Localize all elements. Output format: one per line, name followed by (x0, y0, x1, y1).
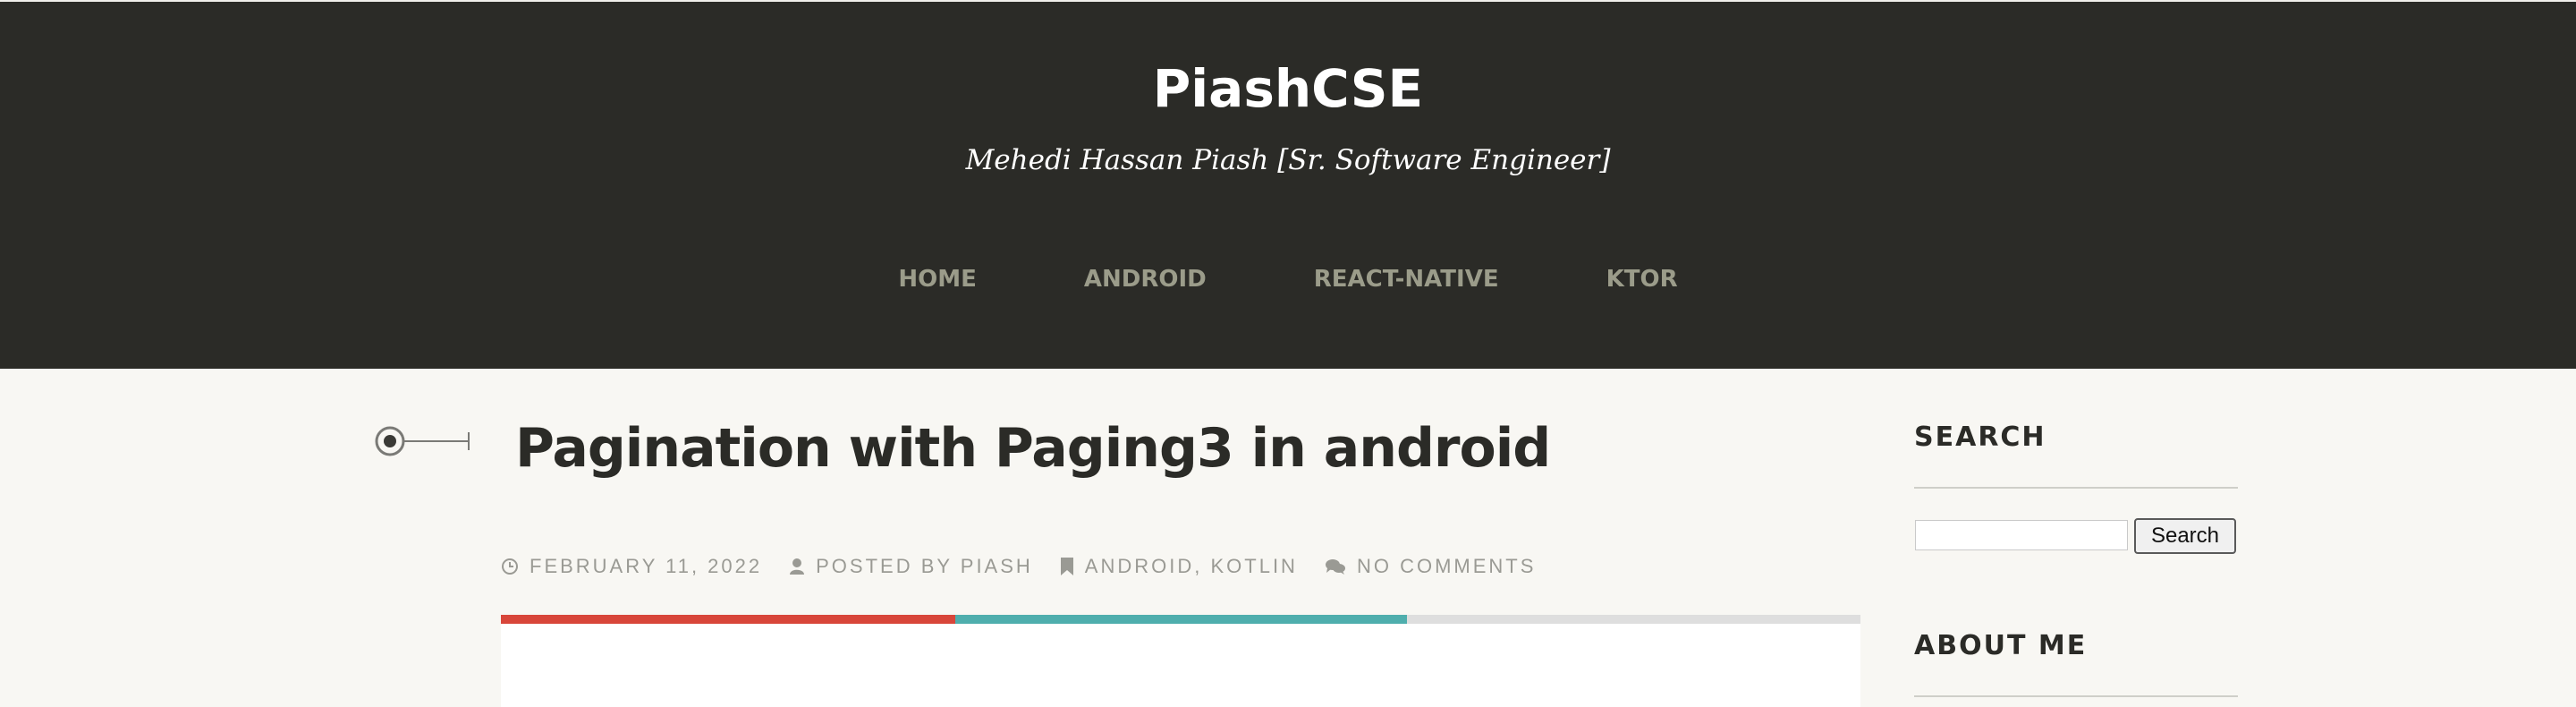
search-widget-divider (1914, 487, 2238, 489)
bookmark-icon (1060, 558, 1073, 575)
about-widget-title: ABOUT ME (1914, 630, 2088, 661)
category-link-kotlin[interactable]: KOTLIN (1210, 555, 1297, 578)
search-button[interactable]: Search (2134, 518, 2236, 554)
nav-item-ktor[interactable]: KTOR (1553, 261, 1732, 297)
site-title[interactable]: PiashCSE (0, 57, 2576, 120)
site-subtitle: Mehedi Hassan Piash [Sr. Software Engine… (965, 144, 1611, 176)
category-separator: , (1194, 555, 1211, 577)
clock-icon (502, 558, 518, 575)
main-nav: HOME ANDROID REACT-NATIVE KTOR (0, 261, 2576, 297)
search-input[interactable] (1915, 520, 2128, 550)
posted-by-prefix: POSTED BY (816, 555, 961, 577)
post-meta: FEBRUARY 11, 2022 POSTED BY PIASH ANDROI… (501, 555, 1536, 578)
post-date: FEBRUARY 11, 2022 (501, 555, 762, 578)
post-title[interactable]: Pagination with Paging3 in android (515, 413, 1551, 483)
post-author: POSTED BY PIASH (789, 555, 1033, 578)
stripe-red (501, 615, 955, 624)
category-link-android[interactable]: ANDROID (1085, 555, 1194, 578)
post-comments: NO COMMENTS (1325, 555, 1536, 578)
nav-item-react-native[interactable]: REACT-NATIVE (1260, 261, 1553, 297)
timeline-marker-icon (375, 426, 470, 456)
post-categories: ANDROID , KOTLIN (1060, 555, 1298, 578)
search-widget-title: SEARCH (1914, 422, 2046, 453)
author-link[interactable]: PIASH (961, 555, 1033, 578)
stripe-teal (955, 615, 1407, 624)
post-date-text: FEBRUARY 11, 2022 (530, 555, 763, 577)
nav-item-home[interactable]: HOME (844, 261, 1030, 297)
about-widget-divider (1914, 695, 2238, 697)
user-icon (790, 558, 805, 575)
post-color-stripe (501, 615, 1860, 624)
post-content-card (501, 624, 1860, 707)
comments-icon (1325, 559, 1345, 575)
nav-item-android[interactable]: ANDROID (1030, 261, 1260, 297)
site-header: PiashCSE Mehedi Hassan Piash [Sr. Softwa… (0, 2, 2576, 369)
comments-link[interactable]: NO COMMENTS (1357, 555, 1536, 578)
